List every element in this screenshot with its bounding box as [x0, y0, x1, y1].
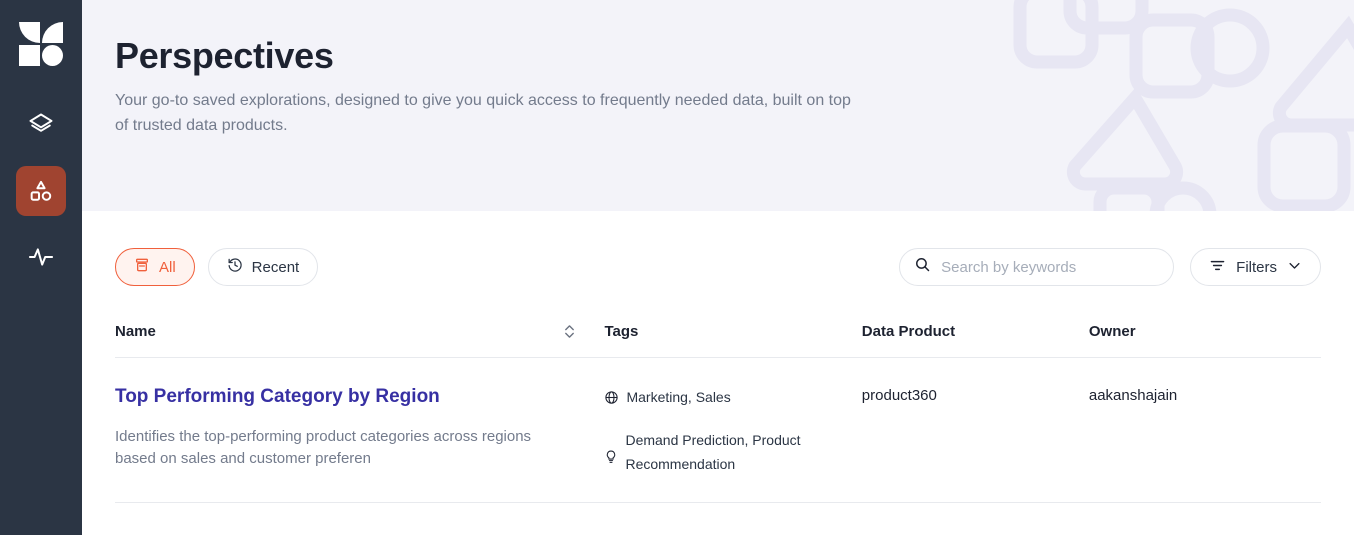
logo-shape-top-right	[42, 22, 63, 43]
page-title: Perspectives	[115, 35, 334, 76]
column-header-name: Name	[115, 323, 605, 358]
search-icon	[914, 256, 931, 278]
activity-icon	[27, 243, 55, 271]
tag-text-domains: Marketing, Sales	[626, 389, 731, 405]
filter-chip-group: All Recent	[115, 248, 319, 286]
tag-group-usecases: Demand Prediction, Product Recommendatio…	[604, 428, 861, 476]
page-hero: Perspectives Your go-to saved exploratio…	[82, 0, 1354, 211]
chip-recent[interactable]: Recent	[207, 248, 319, 286]
cell-owner: aakanshajain	[1088, 357, 1321, 503]
column-header-data-product: Data Product	[861, 323, 1089, 358]
archive-icon	[134, 257, 150, 277]
sidebar	[0, 0, 82, 535]
filters-label: Filters	[1236, 258, 1277, 276]
toolbar-right: Filters	[899, 248, 1321, 286]
search-input[interactable]	[941, 258, 1160, 276]
chip-all[interactable]: All	[115, 248, 195, 286]
data-product-value: product360	[861, 387, 937, 404]
cell-tags: Marketing, Sales Demand Prediction, Prod…	[604, 357, 862, 503]
logo-shape-top-left	[19, 22, 40, 43]
shapes-icon	[27, 177, 55, 205]
perspectives-table: Name Tags Data Product Owner Top Perform…	[115, 323, 1321, 503]
chevron-down-icon	[1287, 258, 1302, 277]
lightbulb-icon	[604, 448, 618, 472]
sidebar-item-perspectives[interactable]	[16, 166, 66, 216]
tag-group-domains: Marketing, Sales	[604, 385, 861, 412]
search-box[interactable]	[899, 248, 1175, 286]
cell-name: Top Performing Category by Region Identi…	[115, 357, 605, 503]
logo-shape-bottom-right	[42, 45, 63, 66]
cell-data-product: product360	[861, 357, 1089, 503]
layers-icon	[27, 111, 55, 139]
column-header-name-label: Name	[115, 323, 156, 340]
perspective-description: Identifies the top-performing product ca…	[115, 428, 532, 467]
tag-text-usecases: Demand Prediction, Product Recommendatio…	[625, 432, 801, 472]
logo-shape-bottom-left	[19, 45, 40, 66]
perspective-title-link[interactable]: Top Performing Category by Region	[115, 385, 604, 409]
owner-value: aakanshajain	[1088, 387, 1178, 404]
sort-toggle-icon[interactable]	[563, 323, 576, 340]
sidebar-item-data-products[interactable]	[16, 100, 66, 150]
page-subtitle: Your go-to saved explorations, designed …	[115, 92, 851, 134]
table-row: Top Performing Category by Region Identi…	[115, 357, 1321, 503]
chip-recent-label: Recent	[251, 258, 300, 276]
sidebar-item-monitoring[interactable]	[16, 232, 66, 282]
globe-icon	[604, 388, 619, 412]
content-area: All Recent Search by keywords Filters Na…	[82, 211, 1354, 535]
filter-icon	[1209, 257, 1226, 278]
filters-button[interactable]: Filters	[1190, 248, 1321, 286]
column-header-tags: Tags	[604, 323, 862, 358]
table-header-row: Name Tags Data Product Owner	[115, 323, 1321, 358]
chip-all-label: All	[159, 258, 176, 276]
app-root: Perspectives Your go-to saved exploratio…	[0, 0, 1354, 535]
column-header-owner: Owner	[1088, 323, 1321, 358]
app-logo[interactable]	[19, 22, 63, 66]
toolbar: All Recent Search by keywords Filters	[115, 211, 1321, 323]
main-content: Perspectives Your go-to saved exploratio…	[82, 0, 1354, 535]
history-icon	[227, 257, 243, 277]
